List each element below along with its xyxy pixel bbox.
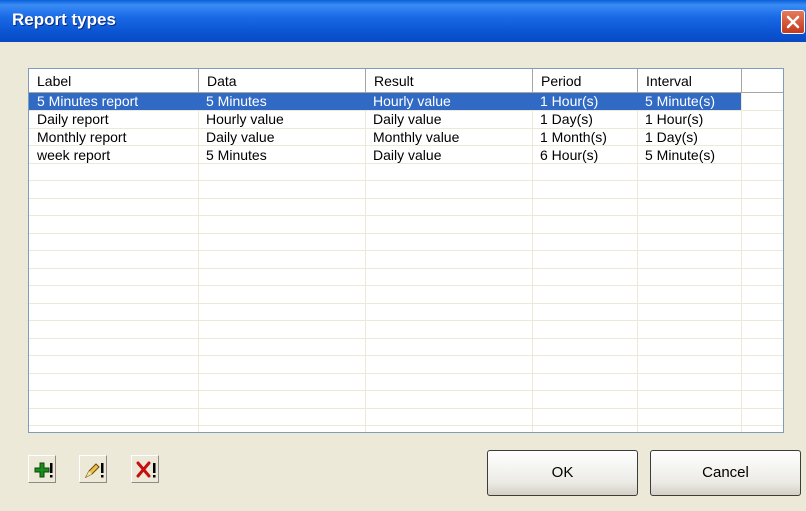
grid-line bbox=[29, 390, 783, 391]
grid-line bbox=[29, 373, 783, 374]
grid-line bbox=[29, 338, 783, 339]
row-period: 1 Month(s) bbox=[540, 129, 607, 145]
grid-line bbox=[29, 408, 783, 409]
row-result: Daily value bbox=[373, 111, 442, 127]
grid-line bbox=[29, 355, 783, 356]
grid-line bbox=[29, 250, 783, 251]
grid-line bbox=[29, 180, 783, 181]
row-result: Monthly value bbox=[373, 129, 460, 145]
row-label: Daily report bbox=[37, 111, 109, 127]
row-period: 6 Hour(s) bbox=[540, 147, 599, 163]
grid-line bbox=[29, 233, 783, 234]
row-label: week report bbox=[37, 147, 111, 163]
row-period: 1 Hour(s) bbox=[532, 93, 637, 110]
report-types-dialog: Report types Label Data Result Period In… bbox=[0, 0, 806, 511]
table-row[interactable]: Monthly report Daily value Monthly value… bbox=[29, 129, 783, 146]
delete-icon bbox=[136, 461, 156, 478]
add-icon bbox=[34, 462, 53, 478]
column-header-period[interactable]: Period bbox=[533, 69, 638, 93]
row-data: 5 Minutes bbox=[198, 93, 365, 110]
row-interval: 1 Day(s) bbox=[645, 129, 698, 145]
row-interval: 5 Minute(s) bbox=[637, 93, 741, 110]
table-row[interactable]: 5 Minutes report 5 Minutes Hourly value … bbox=[29, 93, 783, 110]
column-header-result[interactable]: Result bbox=[366, 69, 533, 93]
close-button[interactable] bbox=[781, 10, 805, 34]
edit-icon bbox=[84, 463, 104, 479]
row-period: 1 Day(s) bbox=[540, 111, 593, 127]
row-data: 5 Minutes bbox=[206, 147, 267, 163]
column-header-label[interactable]: Label bbox=[29, 69, 199, 93]
add-report-button[interactable] bbox=[28, 455, 56, 483]
row-interval: 1 Hour(s) bbox=[645, 111, 704, 127]
grid-line bbox=[29, 285, 783, 286]
report-types-list[interactable]: Label Data Result Period Interval 5 Minu… bbox=[28, 68, 784, 433]
row-result: Daily value bbox=[373, 147, 442, 163]
list-header: Label Data Result Period Interval bbox=[29, 69, 783, 93]
row-data: Hourly value bbox=[206, 111, 284, 127]
grid-line bbox=[29, 215, 783, 216]
grid-line bbox=[29, 320, 783, 321]
row-result: Hourly value bbox=[365, 93, 532, 110]
title-bar[interactable]: Report types bbox=[0, 0, 806, 42]
edit-report-button[interactable] bbox=[79, 455, 107, 483]
column-header-filler bbox=[742, 69, 783, 93]
row-data: Daily value bbox=[206, 129, 275, 145]
grid-line bbox=[29, 303, 783, 304]
cancel-button[interactable]: Cancel bbox=[650, 450, 801, 496]
grid-line bbox=[29, 268, 783, 269]
row-interval: 5 Minute(s) bbox=[645, 147, 716, 163]
row-label: Monthly report bbox=[37, 129, 127, 145]
window-title: Report types bbox=[12, 10, 116, 29]
grid-line bbox=[29, 425, 783, 426]
grid-line bbox=[29, 198, 783, 199]
close-icon bbox=[786, 15, 800, 29]
ok-button[interactable]: OK bbox=[487, 450, 638, 496]
table-row[interactable]: Daily report Hourly value Daily value 1 … bbox=[29, 111, 783, 128]
delete-report-button[interactable] bbox=[131, 455, 159, 483]
table-row[interactable]: week report 5 Minutes Daily value 6 Hour… bbox=[29, 147, 783, 164]
row-label: 5 Minutes report bbox=[29, 93, 198, 110]
column-header-data[interactable]: Data bbox=[199, 69, 366, 93]
column-header-interval[interactable]: Interval bbox=[638, 69, 742, 93]
